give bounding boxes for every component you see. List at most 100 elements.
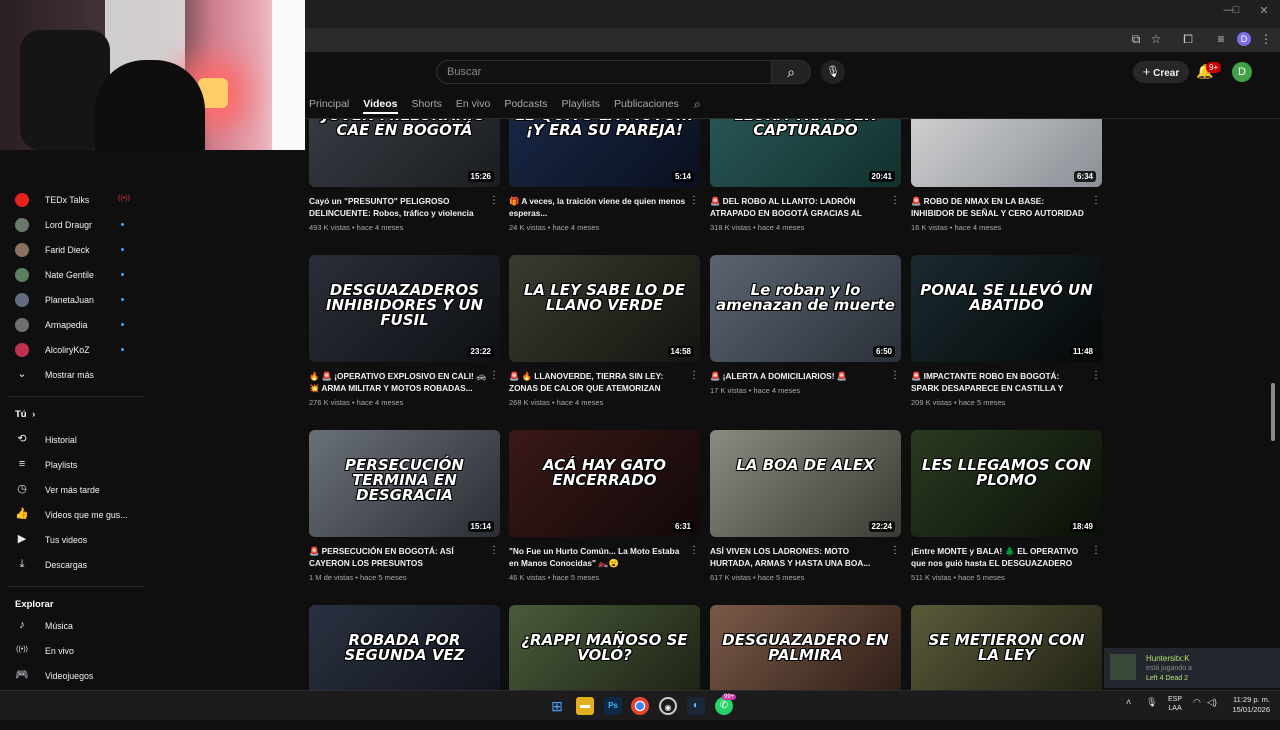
language-indicator[interactable]: ESP LAA <box>1168 695 1182 713</box>
video-title[interactable]: 🚨 ROBO DE NMAX EN LA BASE: INHIBIDOR DE … <box>911 195 1089 219</box>
video-card[interactable]: PONAL SE LLEVÓ UN ABATIDO 11:48 🚨 IMPACTAN… <box>911 255 1103 407</box>
video-thumbnail[interactable]: ACÁ HAY GATO ENCERRADO 6:31 <box>509 430 700 537</box>
file-explorer-icon[interactable]: ▬ <box>576 697 594 715</box>
create-button[interactable]: + Crear <box>1133 61 1189 83</box>
more-options-icon[interactable]: ⋮ <box>689 195 699 206</box>
browser-menu-icon[interactable]: ⋮ <box>1258 31 1274 47</box>
steam-icon[interactable]: ◐ <box>687 697 705 715</box>
video-card[interactable]: ACÁ HAY GATO ENCERRADO 6:31 "No Fue un Hur… <box>509 430 701 582</box>
search-input[interactable]: Buscar <box>436 60 772 84</box>
sidebar-item[interactable]: ((•)) En vivo <box>0 641 145 661</box>
more-options-icon[interactable]: ⋮ <box>489 195 499 206</box>
tray-chevron-icon[interactable]: ˄ <box>1126 697 1131 707</box>
video-card[interactable]: PERSECUCIÓN TERMINA EN DESGRACIA 15:14 🚨 P… <box>309 430 501 582</box>
video-title[interactable]: 🎁 A veces, la traición viene de quien me… <box>509 195 687 219</box>
sidebar-channel[interactable]: TEDx Talks ((•)) <box>0 190 145 210</box>
tab-publicaciones[interactable]: Publicaciones <box>614 96 679 114</box>
steam-notification[interactable]: Huntersitx:K está jugando a Left 4 Dead … <box>1104 648 1280 688</box>
video-title[interactable]: 🚨 ¡ALERTA A DOMICILIARIOS! 🚨 <box>710 370 888 382</box>
video-card[interactable]: LA LEY SABE LO DE LLANO VERDE 14:58 🚨 🔥 LL… <box>509 255 701 407</box>
tab-playlists[interactable]: Playlists <box>562 96 601 114</box>
video-title[interactable]: Cayó un "PRESUNTO" PELIGROSO DELINCUENTE… <box>309 195 487 219</box>
video-title[interactable]: ASÍ VIVEN LOS LADRONES: MOTO HURTADA, AR… <box>710 545 888 569</box>
sidebar-item[interactable]: ▶ Tus videos <box>0 530 145 550</box>
more-options-icon[interactable]: ⋮ <box>689 545 699 556</box>
more-options-icon[interactable]: ⋮ <box>1091 370 1101 381</box>
video-title[interactable]: 🔥 🚨 ¡OPERATIVO EXPLOSIVO EN CALI! 🚓 💥 AR… <box>309 370 487 394</box>
taskbar-clock[interactable]: 11:29 p. m. 15/01/2026 <box>1224 695 1270 715</box>
video-title[interactable]: 🚨 🔥 LLANOVERDE, TIERRA SIN LEY: ZONAS DE… <box>509 370 687 394</box>
video-card[interactable]: DESGUAZADEROS INHIBIDORES Y UN FUSIL 23:2… <box>309 255 501 407</box>
sidebar-item[interactable]: ◷ Ver más tarde <box>0 480 145 500</box>
video-thumbnail[interactable]: LA LEY SABE LO DE LLANO VERDE 14:58 <box>509 255 700 362</box>
wifi-icon[interactable]: ◠ <box>1193 697 1201 708</box>
video-title[interactable]: 🚨 DEL ROBO AL LLANTO: LADRÓN ATRAPADO EN… <box>710 195 888 219</box>
tab-en-vivo[interactable]: En vivo <box>456 96 490 114</box>
video-thumbnail[interactable]: Le roban y lo amenazan de muerte 6:50 <box>710 255 901 362</box>
channel-search-icon[interactable]: ⌕ <box>694 97 701 112</box>
more-options-icon[interactable]: ⋮ <box>489 545 499 556</box>
sidebar-item[interactable]: ⤓ Descargas <box>0 555 145 575</box>
more-options-icon[interactable]: ⋮ <box>1091 195 1101 206</box>
channel-avatar <box>15 318 29 332</box>
more-options-icon[interactable]: ⋮ <box>890 195 900 206</box>
sidebar-item[interactable]: 🎮 Videojuegos <box>0 666 145 686</box>
extensions-icon[interactable]: ⧠ <box>1180 31 1196 47</box>
sidebar-channel[interactable]: Farid Dieck <box>0 240 145 260</box>
video-title[interactable]: "No Fue un Hurto Común... La Moto Estaba… <box>509 545 687 569</box>
sidebar-item[interactable]: ♪ Música <box>0 616 145 636</box>
video-title[interactable]: 🚨 PERSECUCIÓN EN BOGOTÁ: ASÍ CAYERON LOS… <box>309 545 487 569</box>
page-scrollbar[interactable] <box>1271 383 1275 441</box>
install-app-icon[interactable]: ⧉ <box>1128 31 1144 47</box>
windows-start-icon[interactable]: ⊞ <box>548 697 566 715</box>
photoshop-icon[interactable]: Ps <box>604 697 622 715</box>
video-thumbnail[interactable]: LLORA TRAS SER CAPTURADO 20:41 <box>710 119 901 187</box>
browser-profile-avatar[interactable]: D <box>1237 32 1251 46</box>
video-thumbnail[interactable]: PERSECUCIÓN TERMINA EN DESGRACIA 15:14 <box>309 430 500 537</box>
you-section-title[interactable]: Tú › <box>15 409 35 420</box>
sidebar-channel[interactable]: Armapedia <box>0 315 145 335</box>
video-card[interactable]: 6:34 🚨 ROBO DE NMAX EN LA BASE: INHIBIDOR… <box>911 119 1103 232</box>
tab-principal[interactable]: Principal <box>309 96 349 114</box>
video-thumbnail[interactable]: LA BOA DE ALEX 22:24 <box>710 430 901 537</box>
video-thumbnail[interactable]: PONAL SE LLEVÓ UN ABATIDO 11:48 <box>911 255 1102 362</box>
video-title[interactable]: ¡Entre MONTE y BALA! 🌲 EL OPERATIVO que … <box>911 545 1089 569</box>
video-card[interactable]: LLORA TRAS SER CAPTURADO 20:41 🚨 DEL ROBO … <box>710 119 902 232</box>
video-card[interactable]: LA BOA DE ALEX 22:24 ASÍ VIVEN LOS LADRONE… <box>710 430 902 582</box>
obs-icon[interactable]: ◉ <box>659 697 677 715</box>
sidebar-channel[interactable]: Lord Draugr <box>0 215 145 235</box>
close-window-icon[interactable]: ✕ <box>1255 4 1273 17</box>
sidebar-channel[interactable]: AlcoliryKoZ <box>0 340 145 360</box>
maximize-icon[interactable]: □ <box>1227 4 1245 16</box>
sidebar-item[interactable]: ≡ Playlists <box>0 455 145 475</box>
video-title[interactable]: 🚨 IMPACTANTE ROBO EN BOGOTÁ: SPARK DESAP… <box>911 370 1089 394</box>
voice-search-button[interactable]: 🎙 <box>821 60 845 84</box>
tab-shorts[interactable]: Shorts <box>412 96 442 114</box>
more-options-icon[interactable]: ⋮ <box>1091 545 1101 556</box>
video-meta: 493 K vistas • hace 4 meses <box>309 223 404 232</box>
more-options-icon[interactable]: ⋮ <box>890 370 900 381</box>
more-options-icon[interactable]: ⋮ <box>689 370 699 381</box>
sidebar-item[interactable]: 👍 Videos que me gus... <box>0 505 145 525</box>
video-card[interactable]: Le roban y lo amenazan de muerte 6:50 🚨 ¡A… <box>710 255 902 395</box>
more-options-icon[interactable]: ⋮ <box>890 545 900 556</box>
search-button[interactable]: ⌕ <box>771 60 811 84</box>
chrome-icon[interactable] <box>631 697 649 715</box>
user-avatar[interactable]: D <box>1232 62 1252 82</box>
video-thumbnail[interactable]: LES LLEGAMOS CON PLOMO 18:49 <box>911 430 1102 537</box>
video-thumbnail[interactable]: DESGUAZADEROS INHIBIDORES Y UN FUSIL 23:2… <box>309 255 500 362</box>
bookmark-star-icon[interactable]: ☆ <box>1148 31 1164 47</box>
tab-podcasts[interactable]: Podcasts <box>504 96 547 114</box>
tab-videos[interactable]: Videos <box>363 96 398 114</box>
sidebar-item[interactable]: ⟲ Historial <box>0 430 145 450</box>
video-thumbnail[interactable]: 6:34 <box>911 119 1102 187</box>
tray-mic-icon[interactable]: 🎙 <box>1146 697 1157 708</box>
show-more-button[interactable]: ⌄ Mostrar más <box>0 365 145 385</box>
sidebar-channel[interactable]: PlanetaJuan <box>0 290 145 310</box>
more-options-icon[interactable]: ⋮ <box>489 370 499 381</box>
volume-icon[interactable]: ◁) <box>1207 697 1217 708</box>
sidebar-divider <box>8 396 144 397</box>
media-control-icon[interactable]: ≡ <box>1213 31 1229 47</box>
video-card[interactable]: LES LLEGAMOS CON PLOMO 18:49 ¡Entre MONTE … <box>911 430 1103 582</box>
sidebar-channel[interactable]: Nate Gentile <box>0 265 145 285</box>
